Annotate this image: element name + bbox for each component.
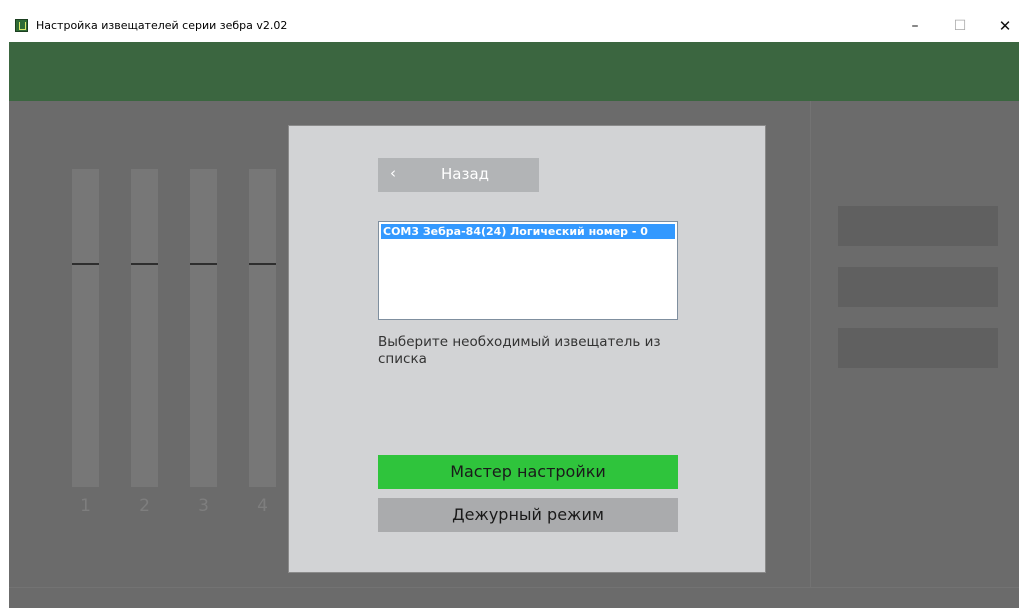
back-button[interactable]: ‹ Назад — [378, 158, 539, 192]
window-title: Настройка извещателей серии зебра v2.02 — [36, 19, 288, 32]
title-bar: Настройка извещателей серии зебра v2.02 … — [0, 0, 1019, 42]
back-button-label: Назад — [441, 165, 490, 183]
slider-1[interactable] — [72, 169, 99, 487]
slider-label-1: 1 — [80, 496, 91, 516]
slider-label-4: 4 — [257, 496, 268, 516]
side-button-3[interactable] — [838, 328, 998, 368]
slider-2[interactable] — [131, 169, 158, 487]
device-list[interactable]: COM3 Зебра-84(24) Логический номер - 0 — [378, 221, 678, 320]
app-icon — [15, 19, 28, 32]
horizontal-divider — [9, 587, 1019, 588]
slider-label-2: 2 — [139, 496, 150, 516]
side-button-2[interactable] — [838, 267, 998, 307]
minimize-button[interactable]: – — [893, 14, 937, 38]
instruction-text: Выберите необходимый извещатель из списк… — [378, 334, 661, 367]
slider-level-marker — [249, 263, 276, 265]
slider-label-3: 3 — [198, 496, 209, 516]
slider-level-marker — [190, 263, 217, 265]
close-button[interactable]: ✕ — [983, 14, 1019, 38]
slider-3[interactable] — [190, 169, 217, 487]
vertical-divider — [810, 101, 811, 587]
chevron-left-icon: ‹ — [390, 164, 396, 182]
header-bar — [9, 42, 1019, 101]
side-button-1[interactable] — [838, 206, 998, 246]
slider-level-marker — [131, 263, 158, 265]
slider-level-marker — [72, 263, 99, 265]
device-select-dialog: ‹ Назад COM3 Зебра-84(24) Логический ном… — [288, 125, 766, 573]
setup-wizard-button[interactable]: Мастер настройки — [378, 455, 678, 489]
slider-4[interactable] — [249, 169, 276, 487]
maximize-button[interactable]: ☐ — [938, 14, 982, 38]
duty-mode-button[interactable]: Дежурный режим — [378, 498, 678, 532]
list-item[interactable]: COM3 Зебра-84(24) Логический номер - 0 — [381, 224, 675, 239]
